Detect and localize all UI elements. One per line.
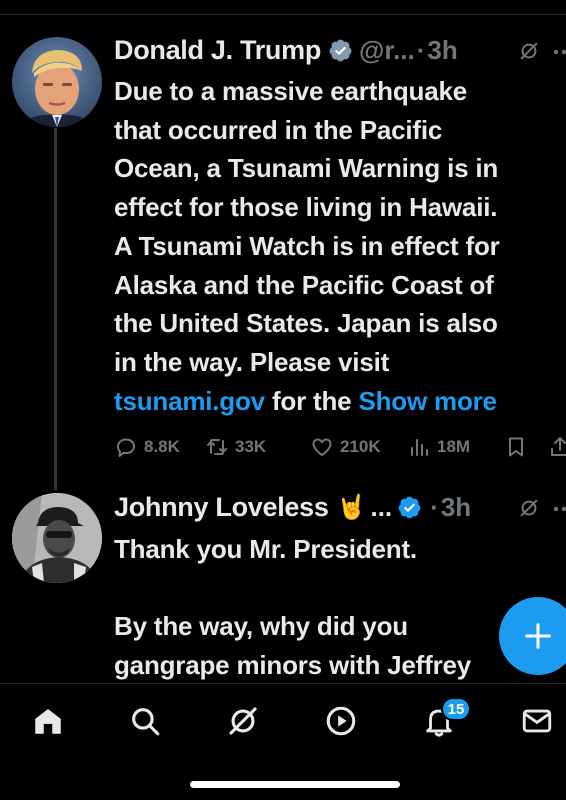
post-text-line: Thank you Mr. President.: [114, 534, 417, 564]
nav-search[interactable]: [128, 704, 162, 738]
previous-post-sliver: [0, 0, 566, 14]
reply-icon: [117, 438, 135, 457]
reply-count: 8.8K: [144, 437, 180, 456]
notifications-badge[interactable]: 15: [441, 697, 471, 721]
post-text-line: in the way. Please visit: [114, 346, 390, 377]
like-count: 210K: [340, 437, 381, 456]
nav-video[interactable]: [324, 704, 358, 738]
post-header: Johnny Loveless 🤘 ... · 3h: [114, 490, 566, 524]
share-button[interactable]: [548, 432, 566, 462]
bookmark-button[interactable]: [504, 432, 528, 462]
grok-icon[interactable]: [518, 40, 540, 62]
post-text-line: [114, 569, 566, 608]
bookmark-icon: [509, 437, 523, 457]
author-name[interactable]: Donald J. Trump: [114, 35, 321, 66]
author-name[interactable]: Johnny Loveless: [114, 492, 329, 523]
separator-dot: ·: [430, 491, 439, 522]
post-text-line: A Tsunami Watch is in effect for: [114, 230, 500, 261]
post-text[interactable]: Due to a massive earthquake that occurre…: [114, 72, 566, 420]
post-header: Donald J. Trump @r... · 3h: [114, 33, 566, 67]
more-options-icon[interactable]: [552, 40, 566, 64]
views-button[interactable]: 18M: [407, 432, 470, 462]
separator-dot: ·: [416, 34, 426, 65]
more-options-icon[interactable]: [516, 0, 536, 6]
verified-badge-icon[interactable]: [397, 495, 422, 520]
show-more-link[interactable]: Show more: [358, 386, 497, 416]
repost-icon: [207, 439, 227, 455]
nav-messages[interactable]: [520, 704, 554, 738]
repost-button[interactable]: 33K: [205, 432, 266, 462]
avatar-photo: [12, 493, 102, 583]
post-text-line: the United States. Japan is also: [114, 308, 498, 339]
repost-count: 33K: [235, 437, 267, 456]
search-icon: [132, 708, 160, 736]
grok-icon: [229, 707, 257, 735]
post-text-line: Due to a massive earthquake: [114, 76, 467, 106]
heart-icon: [312, 438, 332, 456]
post-text-last-line: tsunami.gov for the Show more: [114, 382, 566, 421]
post-text-line: effect for those living in Hawaii.: [114, 192, 498, 223]
nav-home[interactable]: [31, 704, 65, 738]
views-icon: [411, 439, 428, 456]
verified-badge-icon[interactable]: [328, 38, 353, 63]
post-text[interactable]: Thank you Mr. President. By the way, why…: [114, 530, 566, 685]
video-icon: [326, 706, 356, 736]
home-icon: [35, 708, 61, 734]
reply-button[interactable]: 8.8K: [114, 432, 180, 462]
home-indicator[interactable]: [190, 781, 400, 788]
post-text-line: Ocean, a Tsunami Warning is in: [114, 153, 499, 184]
share-icon: [551, 437, 566, 456]
post-timestamp[interactable]: 3h: [441, 492, 471, 523]
more-options-icon[interactable]: [552, 497, 566, 521]
post-actions: 8.8K 33K 210K 18M: [114, 432, 566, 462]
post-text-line: Alaska and the Pacific Coast of: [114, 269, 494, 300]
divider: [0, 14, 566, 15]
post-timestamp[interactable]: 3h: [427, 35, 457, 66]
view-count: 18M: [437, 437, 471, 456]
plus-icon: [525, 623, 551, 649]
messages-icon: [522, 709, 552, 733]
post-text-line: By the way, why did you: [114, 611, 408, 642]
thread-connector-line: [54, 128, 57, 490]
avatar-photo: [12, 37, 102, 127]
external-link[interactable]: tsunami.gov: [114, 386, 265, 416]
like-button[interactable]: 210K: [310, 432, 381, 462]
post-text-line: that occurred in the Pacific: [114, 114, 443, 145]
avatar[interactable]: [12, 37, 102, 127]
avatar[interactable]: [12, 493, 102, 583]
post-text-line: gangrape minors with Jeffrey: [114, 650, 472, 681]
grok-icon[interactable]: [518, 497, 540, 519]
name-ellipsis: ...: [370, 491, 393, 522]
nav-grok[interactable]: [226, 704, 260, 738]
author-handle[interactable]: @r...: [359, 35, 415, 66]
post-text-fragment: for the: [264, 385, 359, 416]
author-emoji: 🤘: [336, 493, 367, 521]
